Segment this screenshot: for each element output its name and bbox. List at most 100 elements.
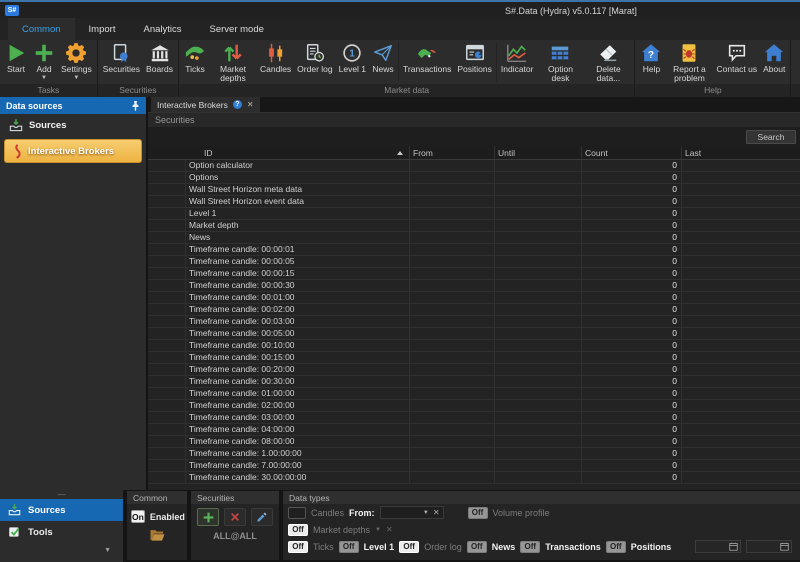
close-icon[interactable]: ✕: [247, 100, 254, 109]
candles-checkbox[interactable]: [288, 507, 306, 519]
clear-icon[interactable]: ✕: [433, 509, 440, 517]
market-depths-button[interactable]: Market depths: [209, 40, 257, 84]
cell-count: 0: [582, 244, 682, 255]
table-row[interactable]: Timeframe candle: 00:20:000: [148, 364, 800, 376]
table-row[interactable]: Timeframe candle: 04:00:000: [148, 424, 800, 436]
app-window: S# S#.Data (Hydra) v5.0.117 [Marat] Comm…: [0, 0, 800, 562]
cell-id: Timeframe candle: 00:00:30: [186, 280, 410, 291]
table-row[interactable]: Timeframe candle: 00:00:150: [148, 268, 800, 280]
tab-server-mode[interactable]: Server mode: [196, 18, 278, 40]
delete-data-button[interactable]: Delete data...: [584, 40, 632, 84]
candles-timeframe-combo[interactable]: ▼ ✕: [380, 506, 444, 519]
ticks-label: Ticks: [313, 542, 334, 552]
ribbon-separator: [496, 42, 497, 82]
search-button[interactable]: Search: [746, 130, 796, 144]
table-row[interactable]: Level 10: [148, 208, 800, 220]
edit-security-button[interactable]: [251, 508, 273, 526]
report-problem-button[interactable]: Report a problem: [665, 40, 713, 84]
table-row[interactable]: Timeframe candle: 03:00:000: [148, 412, 800, 424]
column-header-last[interactable]: Last: [682, 146, 800, 159]
volume-profile-toggle[interactable]: Off: [468, 507, 488, 519]
table-row[interactable]: Timeframe candle: 00:30:000: [148, 376, 800, 388]
sidebar-item-sources[interactable]: Sources: [0, 114, 146, 137]
table-row[interactable]: Timeframe candle: 01:00:000: [148, 388, 800, 400]
help-button[interactable]: ? Help: [637, 40, 665, 84]
add-security-button[interactable]: [197, 508, 219, 526]
table-row[interactable]: Timeframe candle: 00:15:000: [148, 352, 800, 364]
indicator-button[interactable]: Indicator: [498, 40, 537, 84]
pin-icon[interactable]: [131, 100, 140, 111]
candles-button[interactable]: Candles: [257, 40, 294, 84]
option-desk-button[interactable]: Option desk: [536, 40, 584, 84]
column-header-id[interactable]: ID: [148, 146, 410, 159]
table-row[interactable]: Timeframe candle: 00:02:000: [148, 304, 800, 316]
order-log-button[interactable]: Order log: [294, 40, 335, 84]
table-row[interactable]: Market depth0: [148, 220, 800, 232]
table-row[interactable]: Timeframe candle: 00:00:050: [148, 256, 800, 268]
tab-common[interactable]: Common: [8, 18, 75, 40]
cell-id: Timeframe candle: 00:30:00: [186, 376, 410, 387]
cell-id: Option calculator: [186, 160, 410, 171]
date-from-input[interactable]: [695, 540, 741, 553]
table-row[interactable]: Timeframe candle: 7.00:00:000: [148, 460, 800, 472]
positions-toggle[interactable]: Off: [606, 541, 626, 553]
start-button[interactable]: Start: [2, 40, 30, 84]
boards-button[interactable]: Boards: [143, 40, 176, 84]
cell-count: 0: [582, 436, 682, 447]
house-icon: [763, 41, 785, 65]
tab-analytics[interactable]: Analytics: [129, 18, 195, 40]
table-row[interactable]: Timeframe candle: 30.00:00:000: [148, 472, 800, 484]
table-row[interactable]: Timeframe candle: 00:10:000: [148, 340, 800, 352]
ticks-button[interactable]: Ticks: [181, 40, 209, 84]
table-row[interactable]: Option calculator0: [148, 160, 800, 172]
order-log-toggle[interactable]: Off: [399, 541, 419, 553]
table-row[interactable]: Timeframe candle: 08:00:000: [148, 436, 800, 448]
inbox-icon: [8, 118, 24, 133]
sidebar-item-interactive-brokers[interactable]: Interactive Brokers: [4, 139, 142, 163]
market-depths-toggle[interactable]: Off: [288, 524, 308, 536]
table-row[interactable]: Timeframe candle: 00:05:000: [148, 328, 800, 340]
cell-id: Timeframe candle: 00:00:15: [186, 268, 410, 279]
nav-item-sources[interactable]: Sources: [0, 499, 123, 521]
cell-id: Wall Street Horizon event data: [186, 196, 410, 207]
ticks-toggle[interactable]: Off: [288, 541, 308, 553]
level1-toggle[interactable]: Off: [339, 541, 359, 553]
table-row[interactable]: Timeframe candle: 00:03:000: [148, 316, 800, 328]
remove-security-button[interactable]: [224, 508, 246, 526]
market-depths-combo[interactable]: ▼ ✕: [375, 525, 393, 534]
date-until-input[interactable]: [746, 540, 792, 553]
table-row[interactable]: Timeframe candle: 02:00:000: [148, 400, 800, 412]
column-header-count[interactable]: Count: [582, 146, 682, 159]
tab-import[interactable]: Import: [75, 18, 130, 40]
news-button[interactable]: News: [369, 40, 397, 84]
settings-button[interactable]: Settings ▼: [58, 40, 95, 84]
table-row[interactable]: Timeframe candle: 00:01:000: [148, 292, 800, 304]
chevron-down-icon[interactable]: ▼: [104, 547, 111, 554]
securities-button[interactable]: Securities: [100, 40, 143, 84]
positions-button[interactable]: Positions: [454, 40, 495, 84]
table-row[interactable]: Timeframe candle: 00:00:010: [148, 244, 800, 256]
cell-id: Wall Street Horizon meta data: [186, 184, 410, 195]
column-header-until[interactable]: Until: [495, 146, 582, 159]
table-row[interactable]: News0: [148, 232, 800, 244]
table-row[interactable]: Timeframe candle: 00:00:300: [148, 280, 800, 292]
table-row[interactable]: Options0: [148, 172, 800, 184]
news-toggle[interactable]: Off: [467, 541, 487, 553]
table-row[interactable]: Timeframe candle: 1.00:00:000: [148, 448, 800, 460]
level1-button[interactable]: 1 Level 1: [336, 40, 369, 84]
transactions-toggle[interactable]: Off: [520, 541, 540, 553]
table-row[interactable]: Wall Street Horizon meta data0: [148, 184, 800, 196]
column-header-from[interactable]: From: [410, 146, 495, 159]
table-row[interactable]: Wall Street Horizon event data0: [148, 196, 800, 208]
cell-id: Timeframe candle: 00:03:00: [186, 316, 410, 327]
transactions-button[interactable]: Transactions: [400, 40, 454, 84]
splitter-handle[interactable]: —: [0, 490, 123, 499]
contact-us-button[interactable]: Contact us: [713, 40, 760, 84]
help-circle-icon[interactable]: ?: [233, 100, 242, 109]
on-toggle-button[interactable]: On: [131, 510, 145, 523]
add-button[interactable]: Add ▼: [30, 40, 58, 84]
open-folder-icon[interactable]: [149, 528, 166, 542]
nav-item-tools[interactable]: Tools: [0, 521, 123, 543]
doc-tab-interactive-brokers[interactable]: Interactive Brokers ? ✕: [151, 97, 260, 112]
about-button[interactable]: About: [760, 40, 788, 84]
